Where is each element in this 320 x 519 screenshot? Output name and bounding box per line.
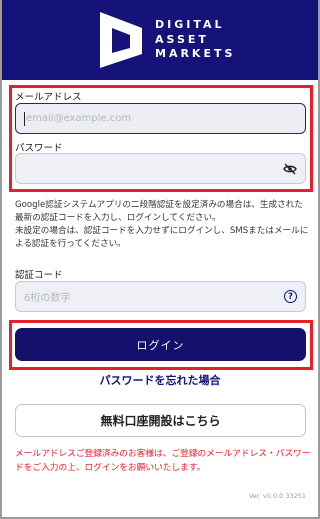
email-label: メールアドレス <box>15 92 82 103</box>
dam-logo-icon <box>100 12 142 68</box>
two-factor-note: Google認証システムアプリの二段階認証を設定済みの場合は、生成された最新の認… <box>15 199 311 251</box>
eye-slash-icon[interactable] <box>283 163 297 175</box>
password-field[interactable] <box>15 153 306 184</box>
brand-line-2: ASSET <box>155 32 209 46</box>
email-placeholder: email@example.com <box>26 113 132 124</box>
auth-code-placeholder: 6桁の数字 <box>24 293 71 304</box>
forgot-password-link[interactable]: パスワードを忘れた場合 <box>2 372 318 388</box>
brand-wordmark: DIGITAL ASSET MARKETS <box>155 18 235 62</box>
auth-code-label: 認証コード <box>15 270 63 281</box>
password-label: パスワード <box>15 143 63 154</box>
text-caret <box>24 111 25 126</box>
version-label: Ver. v0.0.0 33251 <box>248 492 306 500</box>
email-field[interactable]: email@example.com <box>15 103 306 134</box>
question-circle-icon[interactable]: ? <box>284 290 297 303</box>
login-screen: DIGITAL ASSET MARKETS メールアドレス email@exam… <box>0 0 320 519</box>
brand-line-1: DIGITAL <box>155 18 225 31</box>
brand-line-3: MARKETS <box>155 47 236 60</box>
registration-warning: メールアドレスご登録済みのお客様は、ご登録のメールアドレス・パスワードをご入力の… <box>15 449 311 473</box>
note-line-2: 未設定の場合は、認証コードを入力せずにログインし、SMSまたはメールによる認証を… <box>15 226 309 249</box>
open-account-button[interactable]: 無料口座開設はこちら <box>15 404 306 437</box>
note-line-1: Google認証システムアプリの二段階認証を設定済みの場合は、生成された最新の認… <box>15 200 303 223</box>
auth-code-field[interactable]: 6桁の数字 ? <box>15 281 306 312</box>
login-button[interactable]: ログイン <box>15 328 306 361</box>
brand-header: DIGITAL ASSET MARKETS <box>2 0 318 80</box>
